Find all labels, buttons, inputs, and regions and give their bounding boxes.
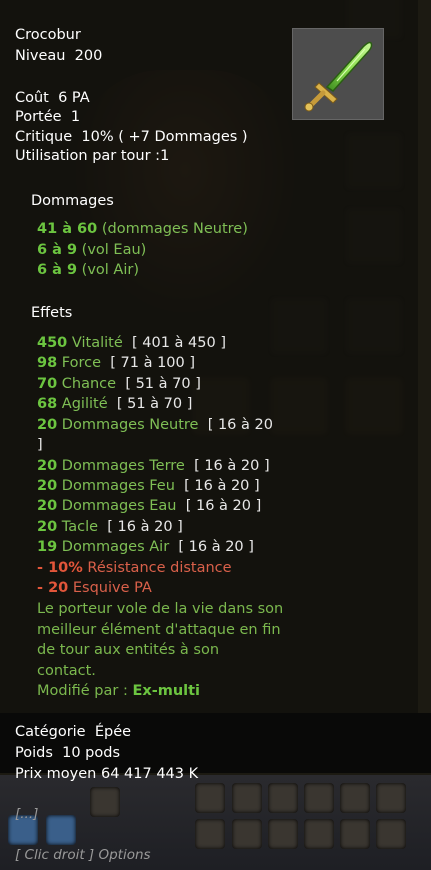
toolbar-slot[interactable] xyxy=(304,819,334,849)
weight-row: Poids 10 pods xyxy=(15,745,121,761)
crit-label: Critique xyxy=(15,129,73,145)
level-label: Niveau xyxy=(15,48,66,64)
effect-line: 450 Vitalité [ 401 à 450 ] xyxy=(37,335,226,351)
category-row: Catégorie Épée xyxy=(15,724,132,740)
toolbar-slot[interactable] xyxy=(376,819,406,849)
critical-row: Critique 10% ( +7 Dommages ) xyxy=(15,128,248,146)
item-image-frame xyxy=(292,28,384,120)
effects-title: Effets xyxy=(31,305,73,321)
effect-line: 98 Force [ 71 à 100 ] xyxy=(37,355,196,371)
effect-line-wrap: ] xyxy=(37,437,43,453)
range-label: Portée xyxy=(15,109,62,125)
toolbar-slot[interactable] xyxy=(268,819,298,849)
effect-description: Le porteur vole de la vie dans son xyxy=(37,601,284,617)
malus-line: - 20 Esquive PA xyxy=(37,580,152,596)
effect-line: 20 Dommages Neutre [ 16 à 20 xyxy=(37,417,273,433)
damages-title: Dommages xyxy=(31,193,114,209)
toolbar-slot[interactable] xyxy=(90,787,120,817)
damage-line: 6 à 9 (vol Air) xyxy=(37,262,139,278)
effect-line: 20 Dommages Terre [ 16 à 20 ] xyxy=(37,458,270,474)
price-row: Prix moyen 64 417 443 K xyxy=(15,766,199,782)
more-ellipsis[interactable]: [...] xyxy=(15,805,38,823)
item-level: Niveau 200 xyxy=(15,47,102,65)
use-per-turn: Utilisation par tour :1 xyxy=(15,148,170,164)
malus-line: - 10% Résistance distance xyxy=(37,560,232,576)
item-name: Crocobur xyxy=(15,27,81,43)
toolbar-slot[interactable] xyxy=(268,783,298,813)
damage-line: 6 à 9 (vol Eau) xyxy=(37,242,147,258)
toolbar-slot[interactable] xyxy=(232,783,262,813)
cost-label: Coût xyxy=(15,90,49,106)
shortcut-icon[interactable] xyxy=(46,815,76,845)
toolbar-slot[interactable] xyxy=(340,819,370,849)
range-row: Portée 1 xyxy=(15,108,80,126)
toolbar-slot[interactable] xyxy=(304,783,334,813)
level-value: 200 xyxy=(74,48,103,64)
effect-line: 20 Tacle [ 16 à 20 ] xyxy=(37,519,183,535)
effect-line: 20 Dommages Feu [ 16 à 20 ] xyxy=(37,478,260,494)
effect-line: 68 Agilité [ 51 à 70 ] xyxy=(37,396,193,412)
toolbar-slot[interactable] xyxy=(195,783,225,813)
effect-line: 19 Dommages Air [ 16 à 20 ] xyxy=(37,539,254,555)
range-value: 1 xyxy=(70,109,81,125)
effect-line: 20 Dommages Eau [ 16 à 20 ] xyxy=(37,498,262,514)
effect-description: meilleur élément d'attaque en fin xyxy=(37,622,281,638)
cost-row: Coût 6 PA xyxy=(15,89,90,107)
item-tooltip: Crocobur Niveau 200 Coût 6 PA Portée 1 C… xyxy=(0,0,418,713)
toolbar-slot[interactable] xyxy=(376,783,406,813)
toolbar-slot[interactable] xyxy=(340,783,370,813)
green-sword-icon xyxy=(304,41,373,112)
effect-description: de tour aux entités à son xyxy=(37,642,220,658)
damage-line: 41 à 60 (dommages Neutre) xyxy=(37,221,248,237)
options-hint: [ Clic droit ] Options xyxy=(15,847,151,863)
effect-description: contact. xyxy=(37,663,96,679)
toolbar-slot[interactable] xyxy=(195,819,225,849)
modified-by: Modifié par : Ex-multi xyxy=(37,683,201,699)
item-info: Catégorie Épée Poids 10 pods xyxy=(0,713,431,773)
effect-line: 70 Chance [ 51 à 70 ] xyxy=(37,376,201,392)
crit-value: 10% ( +7 Dommages ) xyxy=(81,129,248,145)
cost-value: 6 PA xyxy=(58,90,90,106)
toolbar-slot[interactable] xyxy=(232,819,262,849)
